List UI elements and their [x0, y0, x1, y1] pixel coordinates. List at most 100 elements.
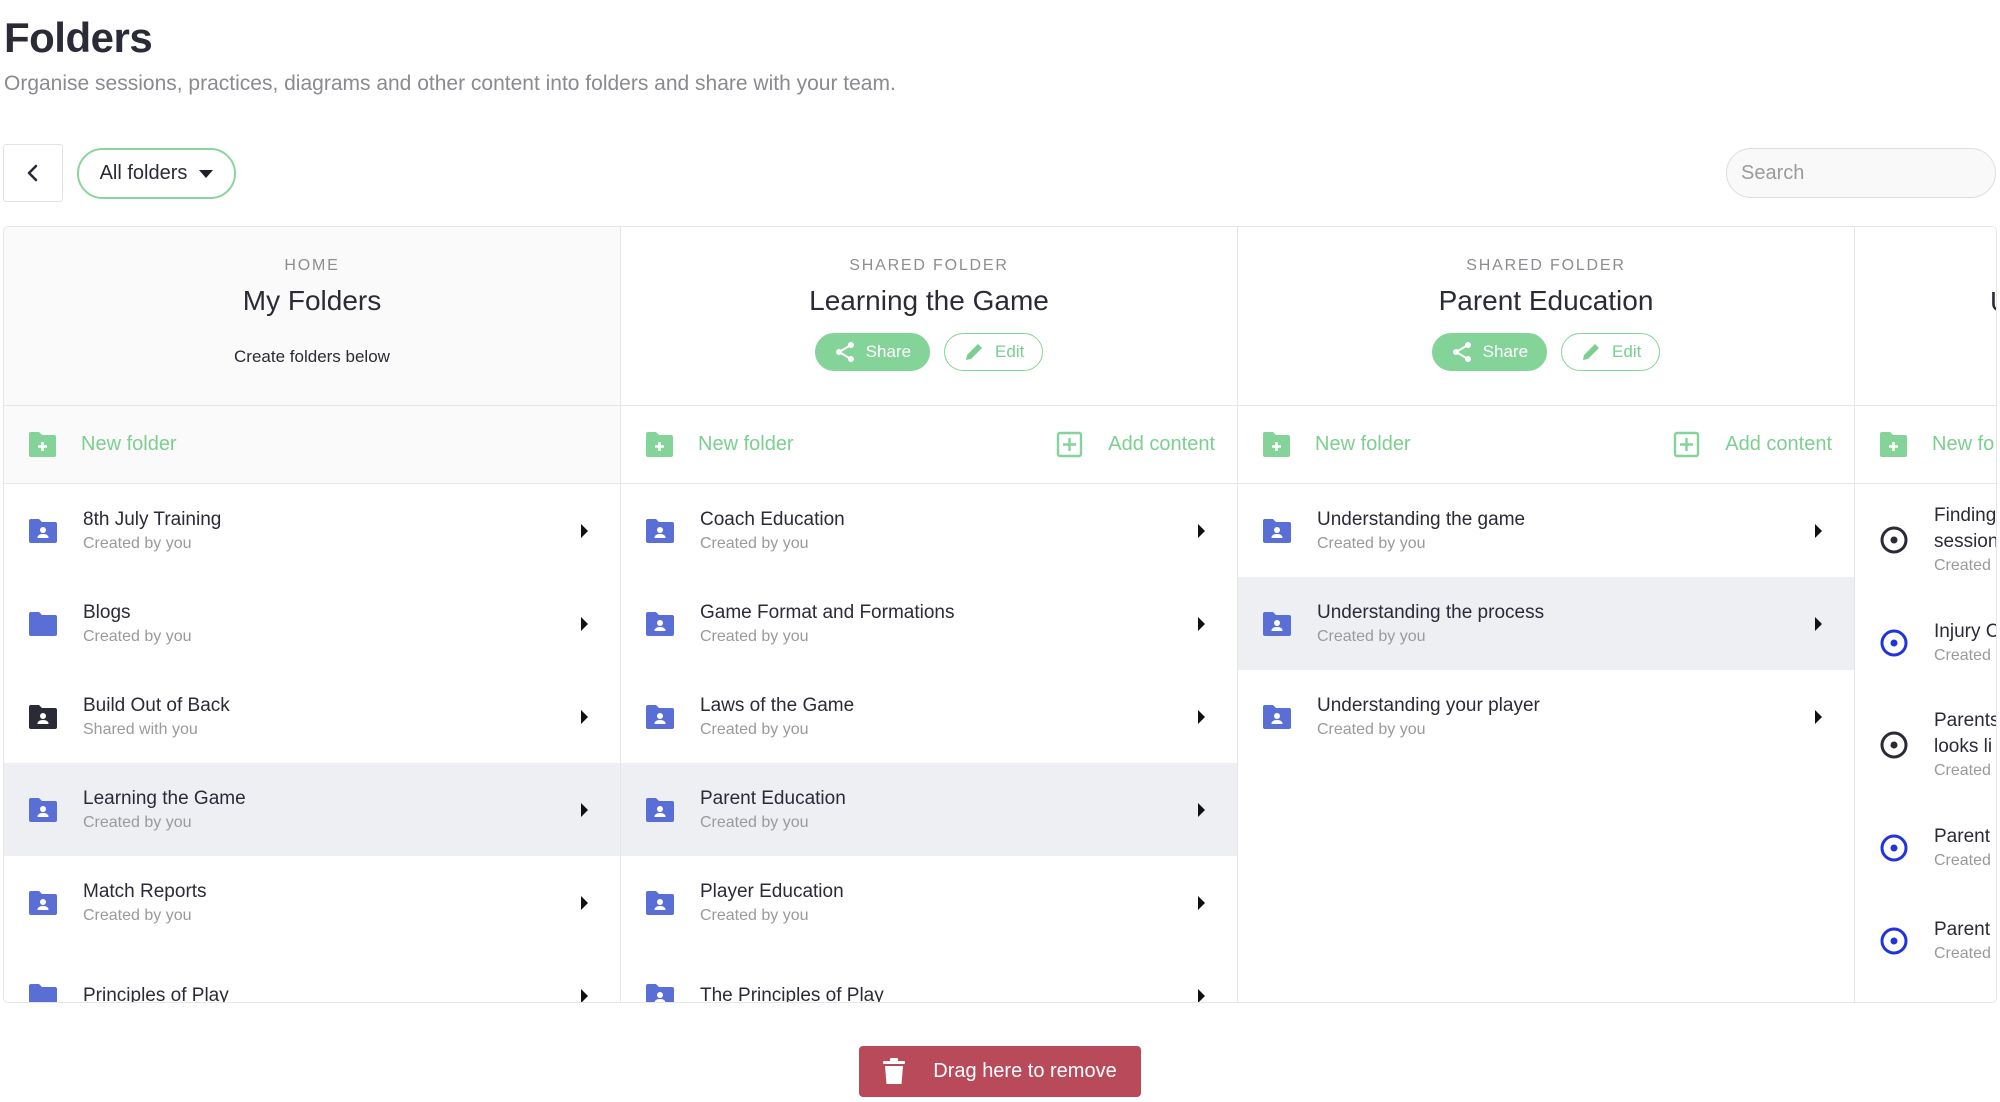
column-title: U [1990, 286, 1996, 318]
new-folder-button[interactable]: New folder [28, 431, 177, 458]
column-header: SHARED FOLDER Parent Education Share Edi… [1238, 227, 1854, 406]
row-subtitle: Created by you [83, 906, 192, 924]
row-text: Match Reports Created by you [83, 879, 581, 927]
content-item[interactable]: Parent Created [1855, 894, 1996, 987]
content-item[interactable]: Parent Created [1855, 801, 1996, 894]
column-toolbar: New folder [4, 406, 620, 484]
new-folder-icon [29, 432, 56, 457]
folder-filter-dropdown[interactable]: All folders [77, 148, 236, 199]
caret-right-icon[interactable] [581, 895, 588, 910]
caret-right-icon[interactable] [1815, 616, 1822, 631]
add-box-icon [1674, 431, 1700, 458]
folder-filter-label: All folders [99, 162, 188, 184]
row-text: Blogs Created by you [83, 600, 581, 648]
share-button[interactable]: Share [814, 333, 931, 371]
row-subtitle: Created by you [700, 534, 809, 552]
caret-right-icon[interactable] [1815, 709, 1822, 724]
row-subtitle: Created by you [83, 813, 192, 831]
column-kicker: SHARED FOLDER [1466, 257, 1626, 274]
search-input[interactable] [1726, 148, 1996, 198]
row-title: Laws of the Game [700, 694, 855, 716]
caret-right-icon[interactable] [1198, 523, 1205, 538]
row-subtitle: Created by you [700, 813, 809, 831]
row-title: Player Education [700, 880, 844, 902]
folder-row[interactable]: Principles of Play [4, 949, 620, 1002]
caret-right-icon[interactable] [581, 616, 588, 631]
share-label: Share [865, 342, 912, 361]
row-title: Finding session [1934, 505, 1997, 552]
folder-row[interactable]: Understanding your player Created by you [1238, 670, 1854, 763]
folder-row[interactable]: Build Out of Back Shared with you [4, 670, 620, 763]
shared-folder-icon [1262, 611, 1292, 637]
caret-right-icon[interactable] [1198, 616, 1205, 631]
shared-folder-icon [1262, 704, 1292, 730]
edit-button[interactable]: Edit [944, 333, 1044, 371]
row-text: Parent Created [1934, 917, 1996, 965]
folder-list: 8th July Training Created by you Blogs Crea… [4, 484, 620, 1002]
row-text: Parents looks li Created [1934, 708, 1996, 782]
content-item[interactable]: Parents looks li Created [1855, 689, 1996, 801]
page-subtitle: Organise sessions, practices, diagrams a… [4, 72, 896, 95]
row-text: 8th July Training Created by you [83, 507, 581, 555]
folder-row[interactable]: 8th July Training Created by you [4, 484, 620, 577]
folder-row[interactable]: Learning the Game Created by you [4, 763, 620, 856]
row-subtitle: Created by you [1317, 534, 1426, 552]
caret-right-icon[interactable] [1198, 895, 1205, 910]
add-box-icon [1057, 431, 1083, 458]
column-kicker: HOME [284, 257, 340, 274]
new-folder-button[interactable]: New folder [645, 431, 794, 458]
drag-to-remove-zone[interactable]: Drag here to remove [859, 1046, 1141, 1097]
caret-right-icon[interactable] [1198, 802, 1205, 817]
add-content-button[interactable]: Add content [1055, 431, 1215, 458]
row-text: Coach Education Created by you [700, 507, 1198, 555]
row-text: Laws of the Game Created by you [700, 693, 1198, 741]
column-kicker: SHARED FOLDER [849, 257, 1009, 274]
column-title: Learning the Game [809, 285, 1049, 316]
row-text: Principles of Play [83, 983, 581, 1003]
new-folder-button[interactable]: New folder [1262, 431, 1411, 458]
folder-row[interactable]: The Principles of Play [621, 949, 1237, 1002]
folder-row[interactable]: Understanding the process Created by you [1238, 577, 1854, 670]
content-item[interactable]: Injury C Created [1855, 596, 1996, 689]
chevron-left-icon [27, 164, 38, 182]
folder-row[interactable]: Understanding the game Created by you [1238, 484, 1854, 577]
row-title: The Principles of Play [700, 984, 884, 1003]
new-folder-label: New folder [81, 433, 177, 455]
row-subtitle: Created by you [1317, 720, 1426, 738]
row-text: Learning the Game Created by you [83, 786, 581, 834]
folder-row[interactable]: Game Format and Formations Created by you [621, 577, 1237, 670]
shared-folder-icon [645, 983, 675, 1002]
folder-row[interactable]: Match Reports Created by you [4, 856, 620, 949]
folder-row[interactable]: Blogs Created by you [4, 577, 620, 670]
caret-right-icon[interactable] [581, 802, 588, 817]
folder-list: Understanding the game Created by you Unde… [1238, 484, 1854, 1002]
row-title: Blogs [83, 601, 131, 623]
back-button[interactable] [3, 144, 63, 202]
folder-row[interactable]: Player Education Created by you [621, 856, 1237, 949]
page-title: Folders [4, 14, 153, 61]
row-title: Principles of Play [83, 984, 229, 1003]
folder-row[interactable]: Coach Education Created by you [621, 484, 1237, 577]
caret-right-icon[interactable] [581, 709, 588, 724]
caret-right-icon[interactable] [1198, 709, 1205, 724]
shared-folder-icon [645, 890, 675, 916]
caret-right-icon[interactable] [1815, 523, 1822, 538]
folder-row[interactable]: Laws of the Game Created by you [621, 670, 1237, 763]
row-text: Game Format and Formations Created by you [700, 600, 1198, 648]
share-button[interactable]: Share [1431, 333, 1548, 371]
caret-right-icon[interactable] [581, 988, 588, 1002]
soccer-ball-dark-icon [1879, 730, 1909, 760]
folder-row[interactable]: Parent Education Created by you [621, 763, 1237, 856]
shared-folder-icon [28, 797, 58, 823]
edit-button[interactable]: Edit [1561, 333, 1661, 371]
row-subtitle: Created by you [1317, 627, 1426, 645]
column-header: HOME My Folders Create folders below [4, 227, 620, 406]
shared-folder-icon [645, 797, 675, 823]
caret-right-icon[interactable] [1198, 988, 1205, 1002]
add-content-button[interactable]: Add content [1672, 431, 1832, 458]
new-folder-button[interactable]: New fo [1879, 431, 1994, 458]
soccer-ball-blue-icon [1879, 926, 1909, 956]
row-subtitle: Created [1934, 646, 1991, 664]
content-item[interactable]: Finding session Created [1855, 484, 1997, 596]
caret-right-icon[interactable] [581, 523, 588, 538]
